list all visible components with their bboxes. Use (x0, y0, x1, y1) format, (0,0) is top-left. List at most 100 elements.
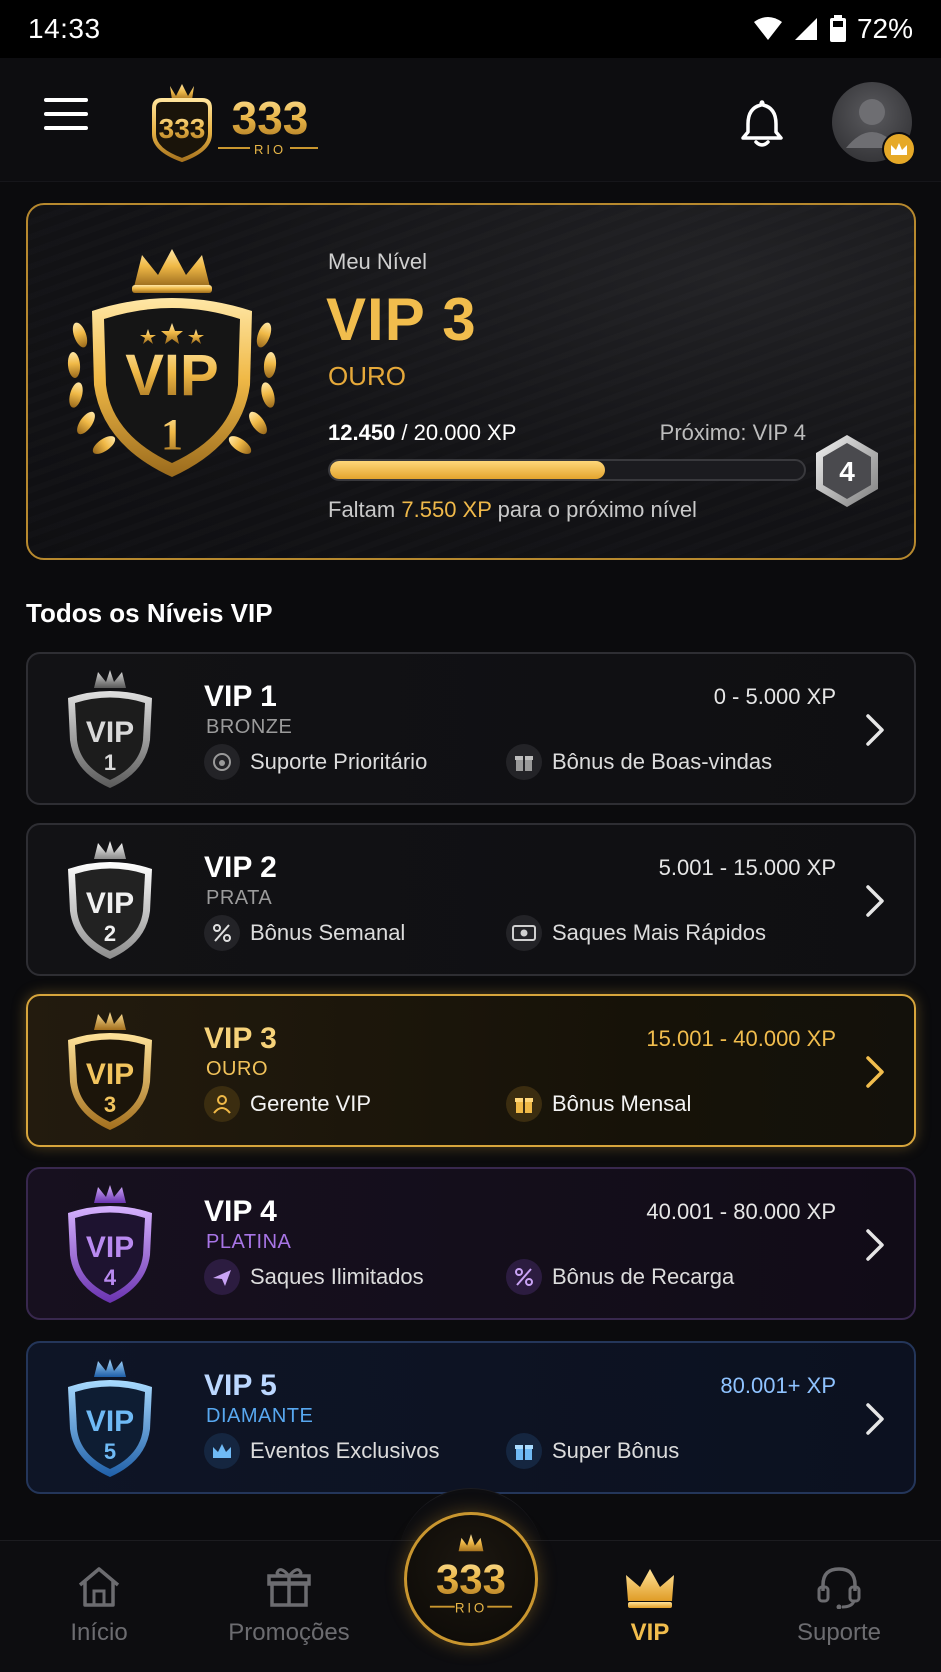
tier-xp-range: 5.001 - 15.000 XP (658, 855, 836, 880)
tier-name: VIP 1 (204, 680, 277, 713)
chevron-right-icon (866, 714, 884, 746)
vip-shield-badge-icon: VIP 1 (67, 249, 277, 477)
vip-bronze-badge-icon: VIP 1 (68, 670, 152, 788)
perk-item: Saques Ilimitados (204, 1259, 424, 1295)
tier-badge-number: 4 (104, 1265, 117, 1290)
vip-silver-badge-icon: VIP 2 (68, 841, 152, 959)
tier-name: VIP 5 (204, 1369, 277, 1402)
vip-diamond-badge-icon: VIP 5 (68, 1359, 152, 1477)
badge-vip-text: VIP (125, 343, 219, 408)
logo-number: 333 (232, 92, 309, 144)
next-level-label: Próximo: VIP 4 (659, 420, 806, 445)
battery-icon (829, 15, 846, 42)
headset-icon (817, 1567, 861, 1609)
perk-item: Eventos Exclusivos (204, 1433, 440, 1469)
svg-text:VIP: VIP (86, 716, 134, 749)
xp-total: / 20.000 XP (401, 420, 517, 445)
remaining-xp-value: 7.550 XP (401, 497, 492, 522)
percent-icon (204, 915, 240, 951)
gift-icon (506, 1086, 542, 1122)
tier-row-vip5[interactable]: VIP 5 VIP 5 DIAMANTE 80.001+ XP Eventos … (26, 1341, 916, 1494)
percent-icon (506, 1259, 542, 1295)
perk-item: Bônus de Boas-vindas (506, 744, 772, 780)
my-level-card: VIP 1 Meu Nível VIP 3 OURO 12.450 / 20.0… (26, 203, 916, 560)
tier-xp-range: 0 - 5.000 XP (713, 684, 836, 709)
gift-icon (506, 1433, 542, 1469)
chevron-right-icon (866, 1229, 884, 1261)
badge-number: 1 (161, 410, 183, 459)
svg-text:VIP: VIP (86, 1405, 134, 1438)
home-icon (78, 1567, 120, 1607)
vip-platinum-badge-icon: VIP 4 (68, 1185, 152, 1303)
tier-xp-range: 80.001+ XP (720, 1373, 836, 1398)
perk-item: Gerente VIP (204, 1086, 371, 1122)
section-title: Todos os Níveis VIP (26, 598, 273, 628)
xp-progress-text: 12.450 / 20.000 XP (328, 420, 516, 446)
perk-item: Super Bônus (506, 1433, 679, 1469)
tier-rank: PLATINA (206, 1231, 292, 1253)
nav-promotions[interactable]: Promoções (224, 1565, 354, 1647)
tier-row-vip2[interactable]: VIP 2 VIP 2 PRATA 5.001 - 15.000 XP Bônu… (26, 823, 916, 976)
crown-icon (626, 1569, 674, 1608)
svg-text:VIP: VIP (86, 887, 134, 920)
cash-icon (506, 915, 542, 951)
tier-xp-range: 40.001 - 80.000 XP (646, 1199, 836, 1224)
perk-item: Suporte Prioritário (204, 744, 427, 780)
chevron-right-icon (866, 1403, 884, 1435)
current-level: VIP 3 (326, 286, 477, 353)
airplane-icon (204, 1259, 240, 1295)
center-home-logo[interactable]: 333 RIO (404, 1512, 538, 1646)
tier-badge-number: 1 (104, 750, 116, 775)
tier-badge-number: 5 (104, 1439, 116, 1464)
menu-button[interactable] (44, 98, 88, 138)
xp-current: 12.450 (328, 420, 396, 445)
tier-rank: DIAMANTE (206, 1405, 314, 1427)
perk-item: Bônus Mensal (506, 1086, 691, 1122)
perk-item: Saques Mais Rápidos (506, 915, 766, 951)
tier-row-vip1[interactable]: VIP 1 VIP 1 BRONZE 0 - 5.000 XP Suporte … (26, 652, 916, 805)
support-icon (204, 744, 240, 780)
my-level-heading: Meu Nível (328, 249, 428, 274)
nav-vip[interactable]: VIP (585, 1565, 715, 1647)
user-avatar[interactable] (832, 82, 916, 166)
status-icons: 72% (753, 13, 913, 45)
tier-name: VIP 4 (204, 1195, 277, 1228)
svg-text:VIP: VIP (86, 1231, 134, 1264)
chevron-right-icon (866, 1056, 884, 1088)
tier-row-vip3[interactable]: VIP 3 VIP 3 OURO 15.001 - 40.000 XP Gere… (26, 994, 916, 1147)
signal-icon (794, 18, 817, 40)
nav-support[interactable]: Suporte (774, 1565, 904, 1647)
status-time: 14:33 (28, 13, 101, 44)
current-tier: OURO (328, 361, 406, 391)
menu-icon (44, 98, 88, 102)
gift-icon (506, 744, 542, 780)
xp-progress-fill (330, 461, 605, 479)
crown-icon (204, 1433, 240, 1469)
xp-row: 12.450 / 20.000 XP Próximo: VIP 4 (328, 420, 806, 446)
center-logo-number: 333 (436, 1555, 506, 1602)
vip-gold-badge-icon: VIP 3 (68, 1012, 152, 1130)
brand-logo[interactable]: 333 333 RIO (146, 78, 321, 168)
xp-progress-bar (328, 459, 806, 481)
logo-subtitle: RIO (254, 142, 286, 157)
tier-xp-range: 15.001 - 40.000 XP (646, 1026, 836, 1051)
tier-name: VIP 3 (204, 1022, 277, 1055)
crown-icon (882, 132, 916, 166)
perk-item: Bônus Semanal (204, 915, 405, 951)
next-level-hex-badge: 4 (816, 435, 878, 507)
nav-home[interactable]: Início (34, 1565, 164, 1647)
battery-percent: 72% (856, 13, 913, 44)
svg-text:VIP: VIP (86, 1058, 134, 1091)
tier-rank: PRATA (206, 887, 273, 909)
tier-name: VIP 2 (204, 851, 277, 884)
next-level-number: 4 (839, 456, 855, 487)
tier-rank: BRONZE (206, 716, 293, 738)
gift-icon (267, 1568, 311, 1607)
notification-bell-icon[interactable] (738, 98, 786, 148)
remaining-xp-text: Faltam 7.550 XP para o próximo nível (328, 497, 697, 522)
tier-row-vip4[interactable]: VIP 4 VIP 4 PLATINA 40.001 - 80.000 XP S… (26, 1167, 916, 1320)
wifi-icon (753, 17, 782, 40)
logo-shield-number: 333 (159, 113, 206, 144)
manager-user-icon (204, 1086, 240, 1122)
center-logo-subtitle: RIO (455, 1600, 487, 1615)
